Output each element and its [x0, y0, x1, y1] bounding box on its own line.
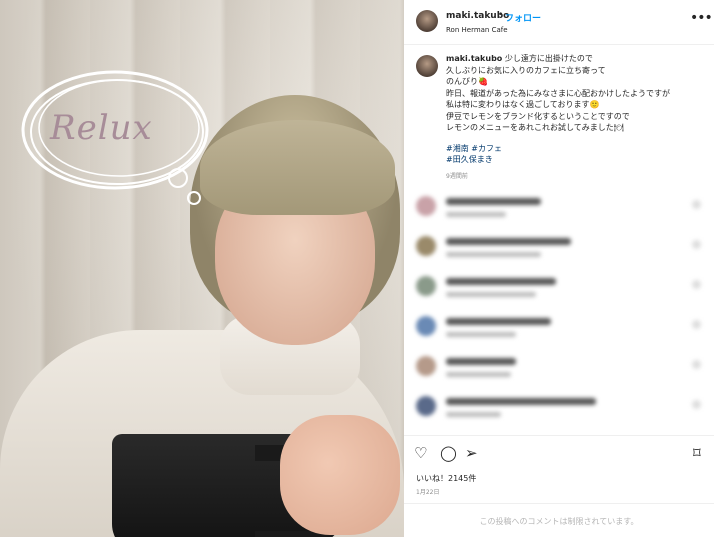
like-count[interactable]: いいね！2145件 [416, 473, 476, 484]
hashtag-link[interactable]: #湘南 [446, 144, 469, 153]
blurred-meta [446, 372, 511, 377]
blurred-comment [446, 278, 556, 285]
comment-list [416, 192, 706, 432]
comment-row [416, 392, 706, 432]
mention-link[interactable]: #田久保まき [446, 155, 493, 164]
heart-icon [692, 320, 701, 329]
avatar [416, 196, 436, 216]
avatar [416, 396, 436, 416]
caption-text: 少し遠方に出掛けたので 久しぶりにお気に入りのカフェに立ち寄って のんびり🍓 昨… [446, 54, 670, 132]
blurred-comment [446, 318, 551, 325]
comment-row [416, 232, 706, 272]
blurred-comment [446, 358, 516, 365]
post-image[interactable]: Relux [0, 0, 404, 537]
hand [280, 415, 400, 535]
blurred-meta [446, 252, 541, 257]
location-link[interactable]: Ron Herman Cafe [446, 26, 508, 34]
avatar [416, 276, 436, 296]
relux-overlay-text: Relux [50, 108, 153, 148]
bangs [200, 120, 395, 215]
blurred-comment [446, 198, 541, 205]
heart-icon [692, 200, 701, 209]
heart-icon [692, 400, 701, 409]
blurred-meta [446, 412, 501, 417]
comment-row [416, 352, 706, 392]
blurred-meta [446, 212, 506, 217]
heart-icon [692, 240, 701, 249]
comment-row [416, 272, 706, 312]
heart-icon[interactable]: ♡ [414, 446, 427, 461]
post-date: 1月22日 [416, 489, 440, 496]
follow-button[interactable]: フォロー [505, 11, 541, 24]
bookmark-icon[interactable]: ⌑ [693, 446, 701, 461]
hashtag-link[interactable]: #カフェ [471, 144, 502, 153]
blurred-comment [446, 398, 596, 405]
hashtags: #湘南 #カフェ #田久保まき [446, 143, 704, 165]
blurred-meta [446, 292, 536, 297]
post-header: maki.takubo • フォロー Ron Herman Cafe ••• [404, 0, 714, 45]
avatar [416, 316, 436, 336]
caption-username[interactable]: maki.takubo [446, 54, 502, 63]
comment-icon[interactable]: ◯ [440, 446, 457, 461]
caption-body: maki.takubo 少し遠方に出掛けたので 久しぶりにお気に入りのカフェに立… [446, 53, 704, 134]
comment-row [416, 312, 706, 352]
blurred-comment [446, 238, 571, 245]
time-ago: 9週間前 [446, 173, 468, 180]
heart-icon [692, 360, 701, 369]
comments-restricted-notice: この投稿へのコメントは制限されています。 [404, 503, 714, 539]
comment-row [416, 192, 706, 232]
post-actions: ♡ ◯ ➢ ⌑ いいね！2145件 1月22日 この投稿へのコメントは制限されて… [404, 435, 714, 536]
avatar [416, 356, 436, 376]
blurred-meta [446, 332, 516, 337]
caption-avatar[interactable] [416, 55, 438, 77]
heart-icon [692, 280, 701, 289]
separator-dot: • [498, 10, 504, 20]
more-horizontal-icon[interactable]: ••• [690, 10, 713, 26]
avatar [416, 236, 436, 256]
send-icon[interactable]: ➢ [465, 446, 478, 461]
post-side-panel: maki.takubo • フォロー Ron Herman Cafe ••• m… [404, 0, 714, 537]
avatar[interactable] [416, 10, 438, 32]
